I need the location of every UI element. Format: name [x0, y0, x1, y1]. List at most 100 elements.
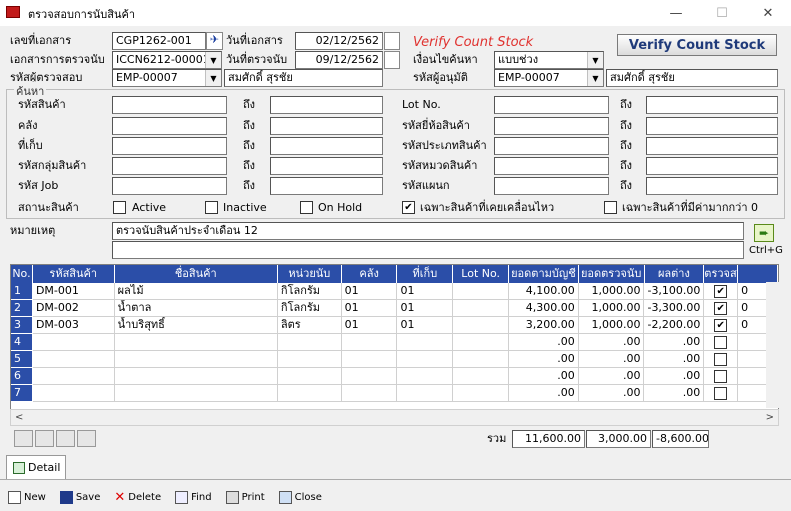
search-lot_no-from[interactable]	[494, 96, 609, 114]
calendar-icon[interactable]	[384, 32, 400, 50]
cell-name[interactable]	[114, 351, 278, 368]
horizontal-scrollbar[interactable]: < >	[10, 409, 779, 426]
cell-name[interactable]	[114, 368, 278, 385]
cell-lot[interactable]	[453, 334, 510, 351]
cell-lot[interactable]	[453, 385, 510, 402]
cell-book[interactable]: .00	[509, 368, 579, 385]
cell-wh[interactable]	[341, 334, 398, 351]
col-header-7[interactable]: ยอดตามบัญชี	[509, 265, 579, 283]
cell-no[interactable]: 1	[11, 283, 33, 300]
search-location-from[interactable]	[112, 137, 227, 155]
cell-code[interactable]	[32, 385, 115, 402]
row-check-checkbox[interactable]: ✔	[714, 284, 728, 298]
doc-no-field[interactable]: CGP1262-001	[112, 32, 206, 50]
cell-unit[interactable]	[277, 368, 342, 385]
cell-code[interactable]	[32, 351, 115, 368]
cell-unit[interactable]: กิโลกรัม	[277, 300, 342, 317]
cell-diff[interactable]: .00	[644, 351, 705, 368]
cell-unit[interactable]: กิโลกรัม	[277, 283, 342, 300]
search-product_group-from[interactable]	[112, 157, 227, 175]
search-location-to[interactable]	[270, 137, 383, 155]
cell-lot[interactable]	[453, 300, 510, 317]
search-product_group-to[interactable]	[270, 157, 383, 175]
table-row[interactable]: 6.00.00.00	[11, 368, 778, 385]
cell-unit[interactable]	[277, 351, 342, 368]
col-header-8[interactable]: ยอดตรวจนับ	[579, 265, 645, 283]
cell-lot[interactable]	[453, 351, 510, 368]
search-product_code-to[interactable]	[270, 96, 383, 114]
remark-field-2[interactable]	[112, 241, 744, 259]
cell-checked[interactable]	[704, 368, 739, 385]
cell-code[interactable]: DM-001	[32, 283, 115, 300]
close-button[interactable]: Close	[278, 488, 322, 508]
search-product_code-from[interactable]	[112, 96, 227, 114]
chevron-down-icon[interactable]: ▼	[587, 70, 603, 86]
delete-button[interactable]: ✕ Delete	[114, 488, 161, 508]
col-header-1[interactable]: รหัสสินค้า	[33, 265, 115, 283]
col-header-2[interactable]: ชื่อสินค้า	[115, 265, 278, 283]
cell-book[interactable]: .00	[509, 334, 579, 351]
find-button[interactable]: Find	[175, 488, 212, 508]
count-date-field[interactable]: 09/12/2562	[295, 51, 383, 69]
cell-count[interactable]: .00	[578, 351, 645, 368]
cell-lot[interactable]	[453, 368, 510, 385]
cell-checked[interactable]: ✔	[704, 283, 739, 300]
maximize-button[interactable]: ☐	[699, 0, 745, 26]
cell-diff[interactable]: .00	[644, 385, 705, 402]
search-category-to[interactable]	[646, 157, 778, 175]
cell-checked[interactable]	[704, 385, 739, 402]
cell-checked[interactable]: ✔	[704, 317, 739, 334]
row-check-checkbox[interactable]: ✔	[714, 301, 728, 315]
save-button[interactable]: Save	[59, 488, 100, 508]
moved-only-checkbox[interactable]: ✔	[402, 201, 415, 214]
cell-loc[interactable]	[397, 351, 454, 368]
col-header-4[interactable]: คลัง	[342, 265, 398, 283]
table-row[interactable]: 4.00.00.00	[11, 334, 778, 351]
row-check-checkbox[interactable]	[714, 352, 728, 366]
search-row-icon[interactable]	[77, 430, 96, 447]
cell-book[interactable]: .00	[509, 351, 579, 368]
cell-no[interactable]: 3	[11, 317, 33, 334]
cell-code[interactable]	[32, 334, 115, 351]
chevron-down-icon[interactable]: ▼	[587, 52, 603, 68]
cell-name[interactable]: น้ำบริสุทธิ์	[114, 317, 278, 334]
cell-no[interactable]: 5	[11, 351, 33, 368]
cell-wh[interactable]	[341, 351, 398, 368]
close-window-button[interactable]: ✕	[745, 0, 791, 26]
cell-loc[interactable]	[397, 334, 454, 351]
cell-wh[interactable]: 01	[341, 317, 398, 334]
row-check-checkbox[interactable]	[714, 335, 728, 349]
cell-count[interactable]: 1,000.00	[578, 283, 645, 300]
cell-no[interactable]: 2	[11, 300, 33, 317]
delete-row-icon[interactable]	[56, 430, 75, 447]
cell-no[interactable]: 6	[11, 368, 33, 385]
cell-wh[interactable]: 01	[341, 283, 398, 300]
cell-name[interactable]: ผลไม้	[114, 283, 278, 300]
items-grid[interactable]: No. รหัสสินค้า ชื่อสินค้า หน่วยนับ คลัง ที่เก…	[10, 264, 779, 426]
cell-checked[interactable]: ✔	[704, 300, 739, 317]
cell-count[interactable]: 1,000.00	[578, 317, 645, 334]
cell-checked[interactable]	[704, 334, 739, 351]
chevron-right-icon[interactable]: >	[766, 412, 774, 423]
over-zero-checkbox[interactable]	[604, 201, 617, 214]
cell-loc[interactable]	[397, 368, 454, 385]
search-product_type-from[interactable]	[494, 137, 609, 155]
search-department-to[interactable]	[646, 177, 778, 195]
search-lot_no-to[interactable]	[646, 96, 778, 114]
onhold-checkbox[interactable]	[300, 201, 313, 214]
cell-loc[interactable]: 01	[397, 300, 454, 317]
cell-unit[interactable]	[277, 334, 342, 351]
chevron-left-icon[interactable]: <	[15, 412, 23, 423]
cell-lot[interactable]	[453, 317, 510, 334]
search-department-from[interactable]	[494, 177, 609, 195]
cell-loc[interactable]: 01	[397, 283, 454, 300]
inactive-checkbox[interactable]	[205, 201, 218, 214]
search-warehouse-to[interactable]	[270, 117, 383, 135]
chevron-down-icon[interactable]: ▼	[205, 52, 221, 68]
search-warehouse-from[interactable]	[112, 117, 227, 135]
cell-checked[interactable]	[704, 351, 739, 368]
cell-name[interactable]	[114, 385, 278, 402]
cell-book[interactable]: 4,300.00	[509, 300, 579, 317]
run-number-icon[interactable]: ✈	[206, 32, 223, 50]
search-product_type-to[interactable]	[646, 137, 778, 155]
